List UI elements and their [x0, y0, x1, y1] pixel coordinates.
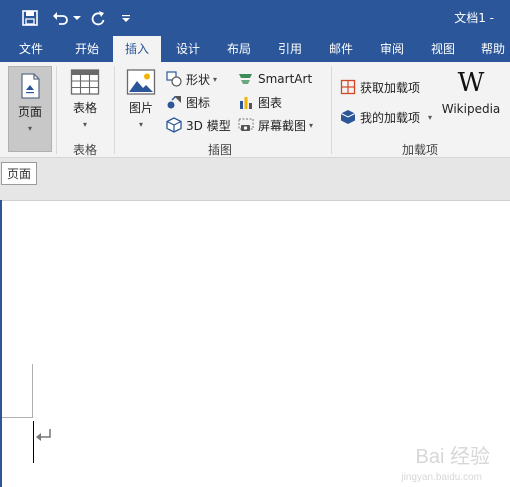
tab-insert[interactable]: 插入 — [113, 36, 161, 63]
tab-file[interactable]: 文件 — [6, 36, 56, 62]
tab-mailings[interactable]: 邮件 — [317, 36, 365, 62]
shapes-label: 形状 — [186, 72, 211, 87]
margin-corner-marker — [2, 364, 33, 418]
tab-home[interactable]: 开始 — [62, 36, 112, 62]
picture-button[interactable]: 图片 ▾ — [120, 68, 162, 134]
chevron-down-icon: ▾ — [309, 120, 314, 130]
tab-help[interactable]: 帮助 — [470, 36, 510, 62]
smartart-icon — [238, 71, 254, 87]
tab-layout[interactable]: 布局 — [215, 36, 263, 62]
undo-icon[interactable] — [50, 10, 72, 26]
save-icon[interactable] — [20, 10, 40, 26]
title-bar: 文档1 - — [0, 0, 510, 36]
pages-tooltip: 页面 — [1, 162, 38, 185]
quick-access-toolbar — [20, 8, 132, 28]
redo-icon[interactable] — [88, 10, 108, 26]
chart-button[interactable]: 图表 — [238, 92, 282, 112]
chevron-down-icon: ▾ — [138, 120, 143, 129]
screenshot-icon — [238, 117, 254, 133]
wikipedia-logo-icon: W — [457, 68, 485, 98]
document-workspace-gap — [0, 158, 510, 201]
chevron-down-icon: ▾ — [213, 74, 218, 84]
ribbon-panel: 页面 ▾ 表格 ▾ 表格 图片 ▾ 形状 ▾ 图标 3D 模型 SmartArt… — [0, 62, 510, 158]
pages-label: 页面 — [17, 105, 42, 119]
tab-references[interactable]: 引用 — [266, 36, 314, 62]
chart-icon — [238, 94, 254, 110]
group-divider — [331, 66, 332, 154]
pages-button[interactable]: 页面 ▾ — [8, 66, 52, 152]
baidu-watermark-url: jingyan.baidu.com — [401, 472, 482, 483]
my-addins-button[interactable]: 我的加载项 ▾ — [340, 107, 432, 127]
chevron-down-icon: ▾ — [27, 124, 32, 133]
ribbon-tabs: 文件 开始 插入 设计 布局 引用 邮件 审阅 视图 帮助 — [0, 36, 510, 63]
get-addins-button[interactable]: 获取加载项 — [340, 77, 420, 97]
wikipedia-label: Wikipedia — [441, 102, 501, 116]
page-icon — [21, 73, 40, 99]
3d-models-label: 3D 模型 — [186, 118, 231, 133]
document-title: 文档1 - — [454, 11, 494, 25]
group-label-addins: 加载项 — [401, 143, 438, 157]
paragraph-mark-icon — [36, 429, 51, 441]
picture-label: 图片 — [128, 101, 153, 115]
chevron-down-icon: ▾ — [428, 112, 433, 122]
screenshot-button[interactable]: 屏幕截图 ▾ — [238, 115, 313, 135]
baidu-watermark: Bai 经验 — [415, 446, 490, 468]
picture-icon — [126, 69, 156, 95]
tab-view[interactable]: 视图 — [419, 36, 467, 62]
smartart-label: SmartArt — [258, 72, 313, 86]
smartart-button[interactable]: SmartArt — [238, 69, 312, 89]
tab-design[interactable]: 设计 — [164, 36, 212, 62]
shapes-icon — [166, 71, 182, 87]
page-left-edge — [0, 200, 2, 487]
text-cursor — [33, 421, 34, 463]
icons-label: 图标 — [186, 95, 211, 110]
group-divider — [56, 66, 57, 154]
tab-review[interactable]: 审阅 — [368, 36, 416, 62]
icons-icon — [166, 94, 182, 110]
my-addins-label: 我的加载项 — [360, 110, 421, 125]
screenshot-label: 屏幕截图 — [258, 118, 307, 133]
chart-label: 图表 — [258, 95, 283, 110]
chevron-down-icon: ▾ — [82, 120, 87, 129]
shapes-button[interactable]: 形状 ▾ — [166, 69, 217, 89]
get-addins-label: 获取加载项 — [360, 80, 421, 95]
group-divider — [114, 66, 115, 154]
addins-icon — [340, 109, 356, 125]
undo-dropdown-icon[interactable] — [72, 15, 82, 21]
store-icon — [340, 79, 356, 95]
table-button[interactable]: 表格 ▾ — [62, 68, 108, 134]
3d-models-button[interactable]: 3D 模型 — [166, 115, 231, 135]
table-icon — [70, 69, 100, 95]
group-label-tables: 表格 — [72, 143, 97, 157]
wikipedia-button[interactable]: W Wikipedia — [440, 68, 502, 134]
group-label-illustrations: 插图 — [207, 143, 232, 157]
table-label: 表格 — [72, 101, 97, 115]
icons-button[interactable]: 图标 — [166, 92, 210, 112]
cube-icon — [166, 117, 182, 133]
customize-qat-icon[interactable] — [120, 13, 132, 23]
